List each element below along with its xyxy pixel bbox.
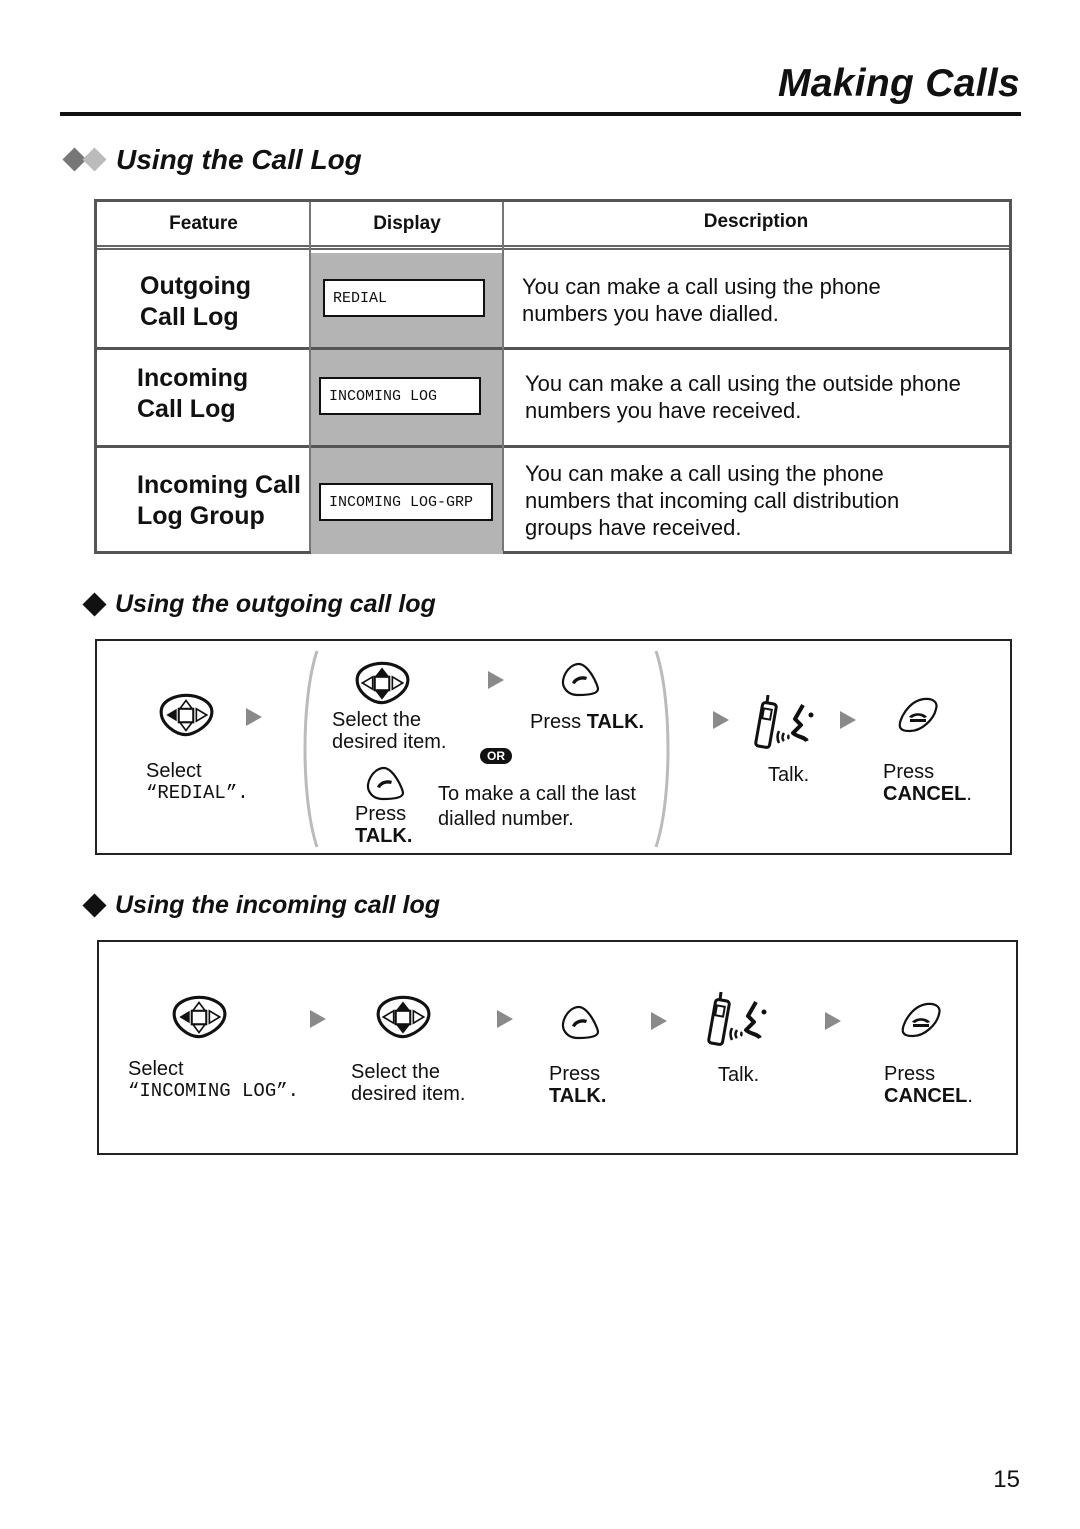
header-display: Display bbox=[373, 212, 441, 234]
page-number: 15 bbox=[993, 1466, 1020, 1493]
table-header: Feature Display Description bbox=[97, 202, 1009, 250]
header-feature: Feature bbox=[169, 212, 238, 234]
outgoing-heading: Using the outgoing call log bbox=[82, 590, 436, 619]
last-number-note: To make a call the last dialled number. bbox=[438, 783, 636, 830]
diamond-icon bbox=[82, 893, 107, 918]
step-select-item: Select the desired item. bbox=[351, 1061, 466, 1105]
header-description: Description bbox=[703, 210, 809, 232]
step-press-talk-redial: Press TALK. bbox=[355, 803, 413, 847]
diamond-icon bbox=[82, 592, 107, 617]
navigator-key-icon bbox=[157, 693, 215, 737]
talk-key-icon bbox=[363, 765, 407, 801]
step-arrow-icon bbox=[310, 1010, 326, 1028]
page-title: Making Calls bbox=[778, 62, 1020, 105]
incoming-title: Using the incoming call log bbox=[115, 891, 441, 919]
bracket-left bbox=[303, 650, 319, 848]
navigator-key-icon bbox=[170, 995, 228, 1039]
table-row: Incoming Call Log INCOMING LOG You can ma… bbox=[97, 347, 1009, 445]
bracket-right bbox=[654, 650, 670, 848]
step-press-talk: Press TALK. bbox=[549, 1063, 607, 1107]
section-title: Using the Call Log bbox=[116, 144, 362, 175]
step-arrow-icon bbox=[840, 711, 856, 729]
step-select-item: Select the desired item. bbox=[332, 709, 447, 753]
step-arrow-icon bbox=[488, 671, 504, 689]
step-arrow-icon bbox=[651, 1012, 667, 1030]
double-diamond-icon bbox=[62, 145, 110, 175]
table-row: Incoming Call Log Group INCOMING LOG-GRP … bbox=[97, 445, 1009, 554]
cancel-key-icon bbox=[899, 1002, 943, 1038]
step-press-cancel: Press CANCEL. bbox=[884, 1063, 973, 1107]
title-rule bbox=[60, 112, 1021, 116]
feature-name: Incoming Call Log Group bbox=[137, 471, 301, 530]
cancel-key-icon bbox=[896, 697, 940, 733]
talk-key-icon bbox=[558, 661, 602, 697]
talk-key-icon bbox=[558, 1004, 602, 1040]
feature-description: You can make a call using the phone numbe… bbox=[525, 461, 900, 540]
feature-name: Incoming Call Log bbox=[137, 364, 249, 423]
handset-talking-icon bbox=[753, 693, 817, 751]
outgoing-title: Using the outgoing call log bbox=[115, 590, 436, 618]
step-select-redial: Select “REDIAL”. bbox=[146, 760, 249, 804]
incoming-steps-box: Select “INCOMING LOG”. Select the desired … bbox=[97, 940, 1018, 1155]
navigator-key-icon bbox=[353, 661, 411, 705]
step-arrow-icon bbox=[713, 711, 729, 729]
feature-description: You can make a call using the outside ph… bbox=[525, 371, 961, 423]
step-arrow-icon bbox=[825, 1012, 841, 1030]
display-lcd: REDIAL bbox=[323, 279, 485, 317]
call-log-table: Feature Display Description Outgoing Call… bbox=[94, 199, 1012, 554]
step-press-talk: Press TALK. bbox=[530, 711, 645, 733]
section-heading: Using the Call Log bbox=[62, 144, 362, 176]
handset-talking-icon bbox=[706, 990, 770, 1048]
step-talk: Talk. bbox=[768, 764, 810, 786]
display-lcd: INCOMING LOG bbox=[319, 377, 481, 415]
feature-description: You can make a call using the phone numbe… bbox=[522, 274, 881, 326]
outgoing-steps-box: Select “REDIAL”. Select the desired item.… bbox=[95, 639, 1012, 855]
step-arrow-icon bbox=[246, 708, 262, 726]
feature-name: Outgoing Call Log bbox=[140, 272, 252, 331]
or-badge: OR bbox=[480, 748, 512, 764]
step-arrow-icon bbox=[497, 1010, 513, 1028]
table-row: Outgoing Call Log REDIAL You can make a c… bbox=[97, 253, 1009, 347]
display-lcd: INCOMING LOG-GRP bbox=[319, 483, 493, 521]
step-select-incoming-log: Select “INCOMING LOG”. bbox=[128, 1058, 300, 1102]
navigator-key-icon bbox=[374, 995, 432, 1039]
step-talk: Talk. bbox=[718, 1064, 760, 1086]
incoming-heading: Using the incoming call log bbox=[82, 891, 441, 920]
step-press-cancel: Press CANCEL. bbox=[883, 761, 972, 805]
